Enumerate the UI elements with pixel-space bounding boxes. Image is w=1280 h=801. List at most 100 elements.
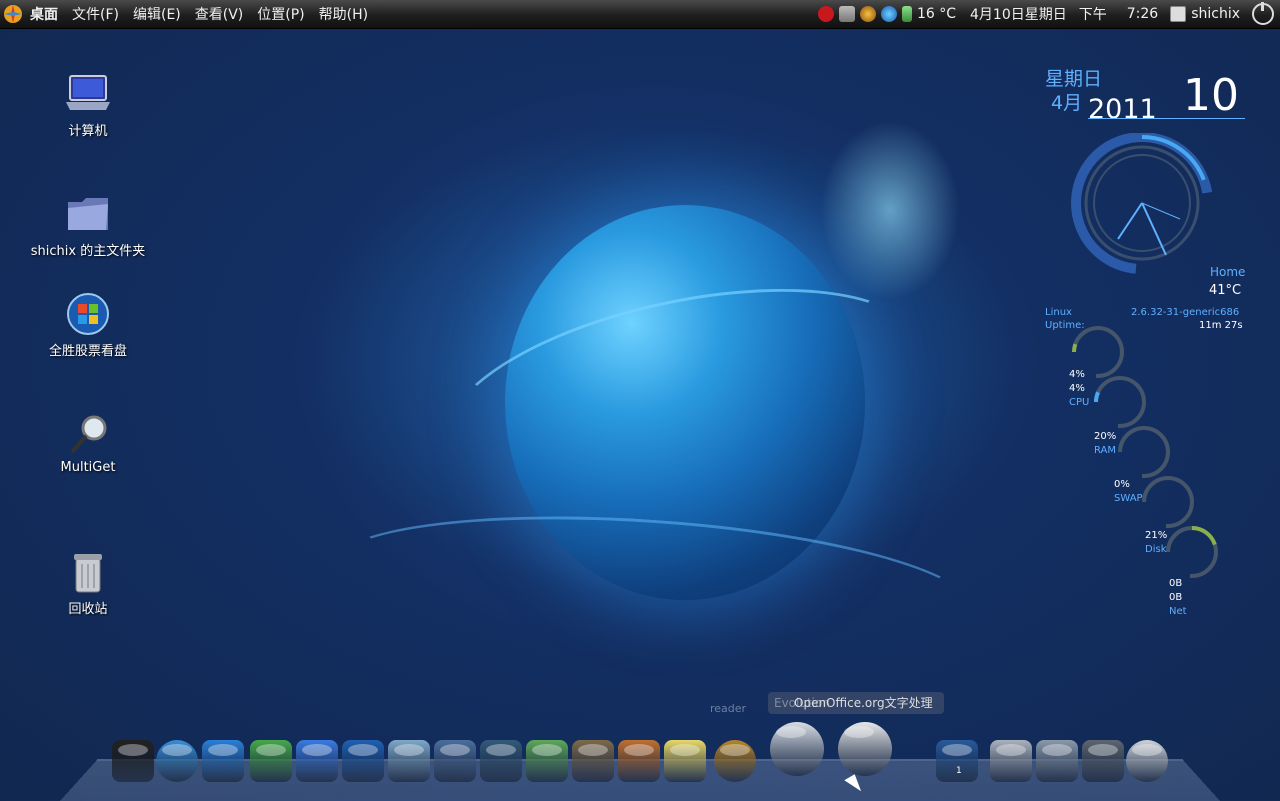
terminal-icon[interactable]	[112, 740, 154, 782]
film-reel-icon[interactable]	[434, 740, 476, 782]
swap-value: 0%	[1114, 479, 1130, 490]
desktop-icon-multiget[interactable]: MultiGet	[8, 412, 168, 475]
ram-value: 20%	[1094, 431, 1117, 442]
safari-compass-icon[interactable]	[156, 740, 198, 782]
widget-divider	[1088, 118, 1245, 119]
dock-item-shine	[302, 744, 332, 756]
shutdown-icon[interactable]	[1252, 2, 1274, 25]
desktop-icon-label: MultiGet	[60, 460, 116, 475]
sysmon-temp: 41°C	[1209, 283, 1242, 298]
dock-item-shine	[578, 744, 608, 756]
workspace-number: 1	[956, 766, 962, 776]
clapperboard-icon[interactable]	[342, 740, 384, 782]
sticky-notes-icon[interactable]	[664, 740, 706, 782]
widget-month: 4月	[1051, 92, 1083, 114]
swap-label: SWAP	[1114, 493, 1143, 504]
analog-clock	[1071, 133, 1214, 274]
panel-username[interactable]: shichix	[1191, 6, 1240, 22]
weather-icon[interactable]	[901, 6, 912, 22]
sysmon-kernel: 2.6.32-31-generic686	[1131, 307, 1240, 318]
desktop-icon-label: shichix 的主文件夹	[30, 244, 146, 259]
disk-value: 21%	[1145, 530, 1168, 541]
panel-tray: 16 °C 4月10日星期日 下午 7:26 shichix	[817, 0, 1280, 28]
menu-edit[interactable]: 编辑(E)	[133, 4, 181, 24]
net-up-value: 0B	[1169, 592, 1183, 603]
user-icon[interactable]	[1170, 6, 1187, 22]
settings-icon[interactable]	[1082, 740, 1124, 782]
menu-view[interactable]: 查看(V)	[195, 4, 244, 24]
panel-ampm[interactable]: 下午	[1079, 4, 1107, 24]
dock-item-shine	[1042, 744, 1072, 756]
dock-faint-label: reader	[710, 702, 747, 715]
dock-item-shine	[1132, 744, 1162, 756]
globe-icon[interactable]	[880, 6, 897, 22]
weather-temp[interactable]: 16 °C	[917, 6, 956, 22]
cpu-label: CPU	[1069, 397, 1090, 408]
robot-arm-icon[interactable]	[1036, 740, 1078, 782]
downloader-icon[interactable]	[859, 6, 876, 22]
dock-item-shine	[996, 744, 1026, 756]
desktop-icon-label: 全胜股票看盘	[48, 344, 127, 359]
dock-item-shine	[942, 744, 972, 756]
text-editor-icon[interactable]	[526, 740, 568, 782]
panel-clock[interactable]: 7:26	[1127, 6, 1158, 22]
sysmon-home: Home	[1210, 265, 1246, 279]
menu-help[interactable]: 帮助(H)	[319, 4, 368, 24]
desktop-icon-home-folder[interactable]: shichix 的主文件夹	[8, 192, 168, 259]
compass-icon[interactable]	[714, 740, 756, 782]
sysmon-gauges	[1072, 326, 1218, 578]
dock-item-shine	[624, 744, 654, 756]
dock-item-shine	[670, 744, 700, 756]
system-monitor-icon[interactable]	[480, 740, 522, 782]
net-down-value: 0B	[1169, 578, 1183, 589]
laptop-icon	[64, 72, 112, 116]
opera-icon[interactable]	[817, 6, 834, 22]
photo-camera-icon[interactable]	[618, 740, 660, 782]
top-panel: 桌面 文件(F) 编辑(E) 查看(V) 位置(P) 帮助(H) 16 °C 4…	[0, 0, 1280, 29]
menu-desktop[interactable]: 桌面	[30, 4, 58, 24]
dock-tooltip-text: OpenOffice.org文字处理	[794, 696, 933, 710]
widget-year: 2011	[1088, 94, 1157, 125]
dock-item-shine	[776, 726, 806, 738]
at-mail-icon[interactable]	[990, 740, 1032, 782]
date-widget: 星期日 4月 2011 10	[1040, 64, 1250, 125]
panel-date[interactable]: 4月10日星期日	[970, 4, 1067, 24]
desktop-icon-trash[interactable]: 回收站	[8, 550, 168, 617]
main-menu-logo-icon[interactable]	[2, 3, 24, 25]
dock-item-shine	[162, 744, 192, 756]
internet-explorer-icon[interactable]	[202, 740, 244, 782]
ram-label: RAM	[1094, 445, 1117, 456]
disk-label: Disk	[1145, 544, 1167, 555]
video-converter-icon[interactable]	[388, 740, 430, 782]
widget-weekday: 星期日	[1045, 68, 1103, 90]
dock-item-shine	[256, 744, 286, 756]
dock-item-shine	[1088, 744, 1118, 756]
dock-item-shine	[486, 744, 516, 756]
writer-document-icon[interactable]	[838, 722, 892, 776]
power-icon[interactable]	[1126, 740, 1168, 782]
dock-item-shine	[348, 744, 378, 756]
trash-icon	[64, 550, 112, 594]
dock-item-shine	[394, 744, 424, 756]
dock-item-shine	[208, 744, 238, 756]
dock-tooltip: Evolution OpenOffice.org文字处理	[768, 692, 944, 714]
widget-day: 10	[1183, 70, 1239, 121]
dock-item-shine	[440, 744, 470, 756]
sysmon-os: Linux	[1045, 307, 1072, 318]
mail-envelope-icon[interactable]	[770, 722, 824, 776]
magnifier-icon	[64, 412, 112, 456]
net-label: Net	[1169, 606, 1187, 617]
workspace-switcher-icon[interactable]: 1	[936, 740, 978, 782]
desktop-icon-stock-viewer[interactable]: 全胜股票看盘	[8, 292, 168, 359]
messenger-icon[interactable]	[250, 740, 292, 782]
cpu-core2-value: 4%	[1069, 383, 1085, 394]
menu-places[interactable]: 位置(P)	[257, 4, 304, 24]
dock-item-shine	[118, 744, 148, 756]
home-folder-icon	[64, 192, 112, 236]
dock-item-shine	[720, 744, 750, 756]
network-icon[interactable]	[838, 6, 855, 22]
menu-file[interactable]: 文件(F)	[72, 4, 119, 24]
image-viewer-icon[interactable]	[572, 740, 614, 782]
desktop-icon-computer[interactable]: 计算机	[8, 72, 168, 139]
qq-penguin-icon[interactable]	[296, 740, 338, 782]
